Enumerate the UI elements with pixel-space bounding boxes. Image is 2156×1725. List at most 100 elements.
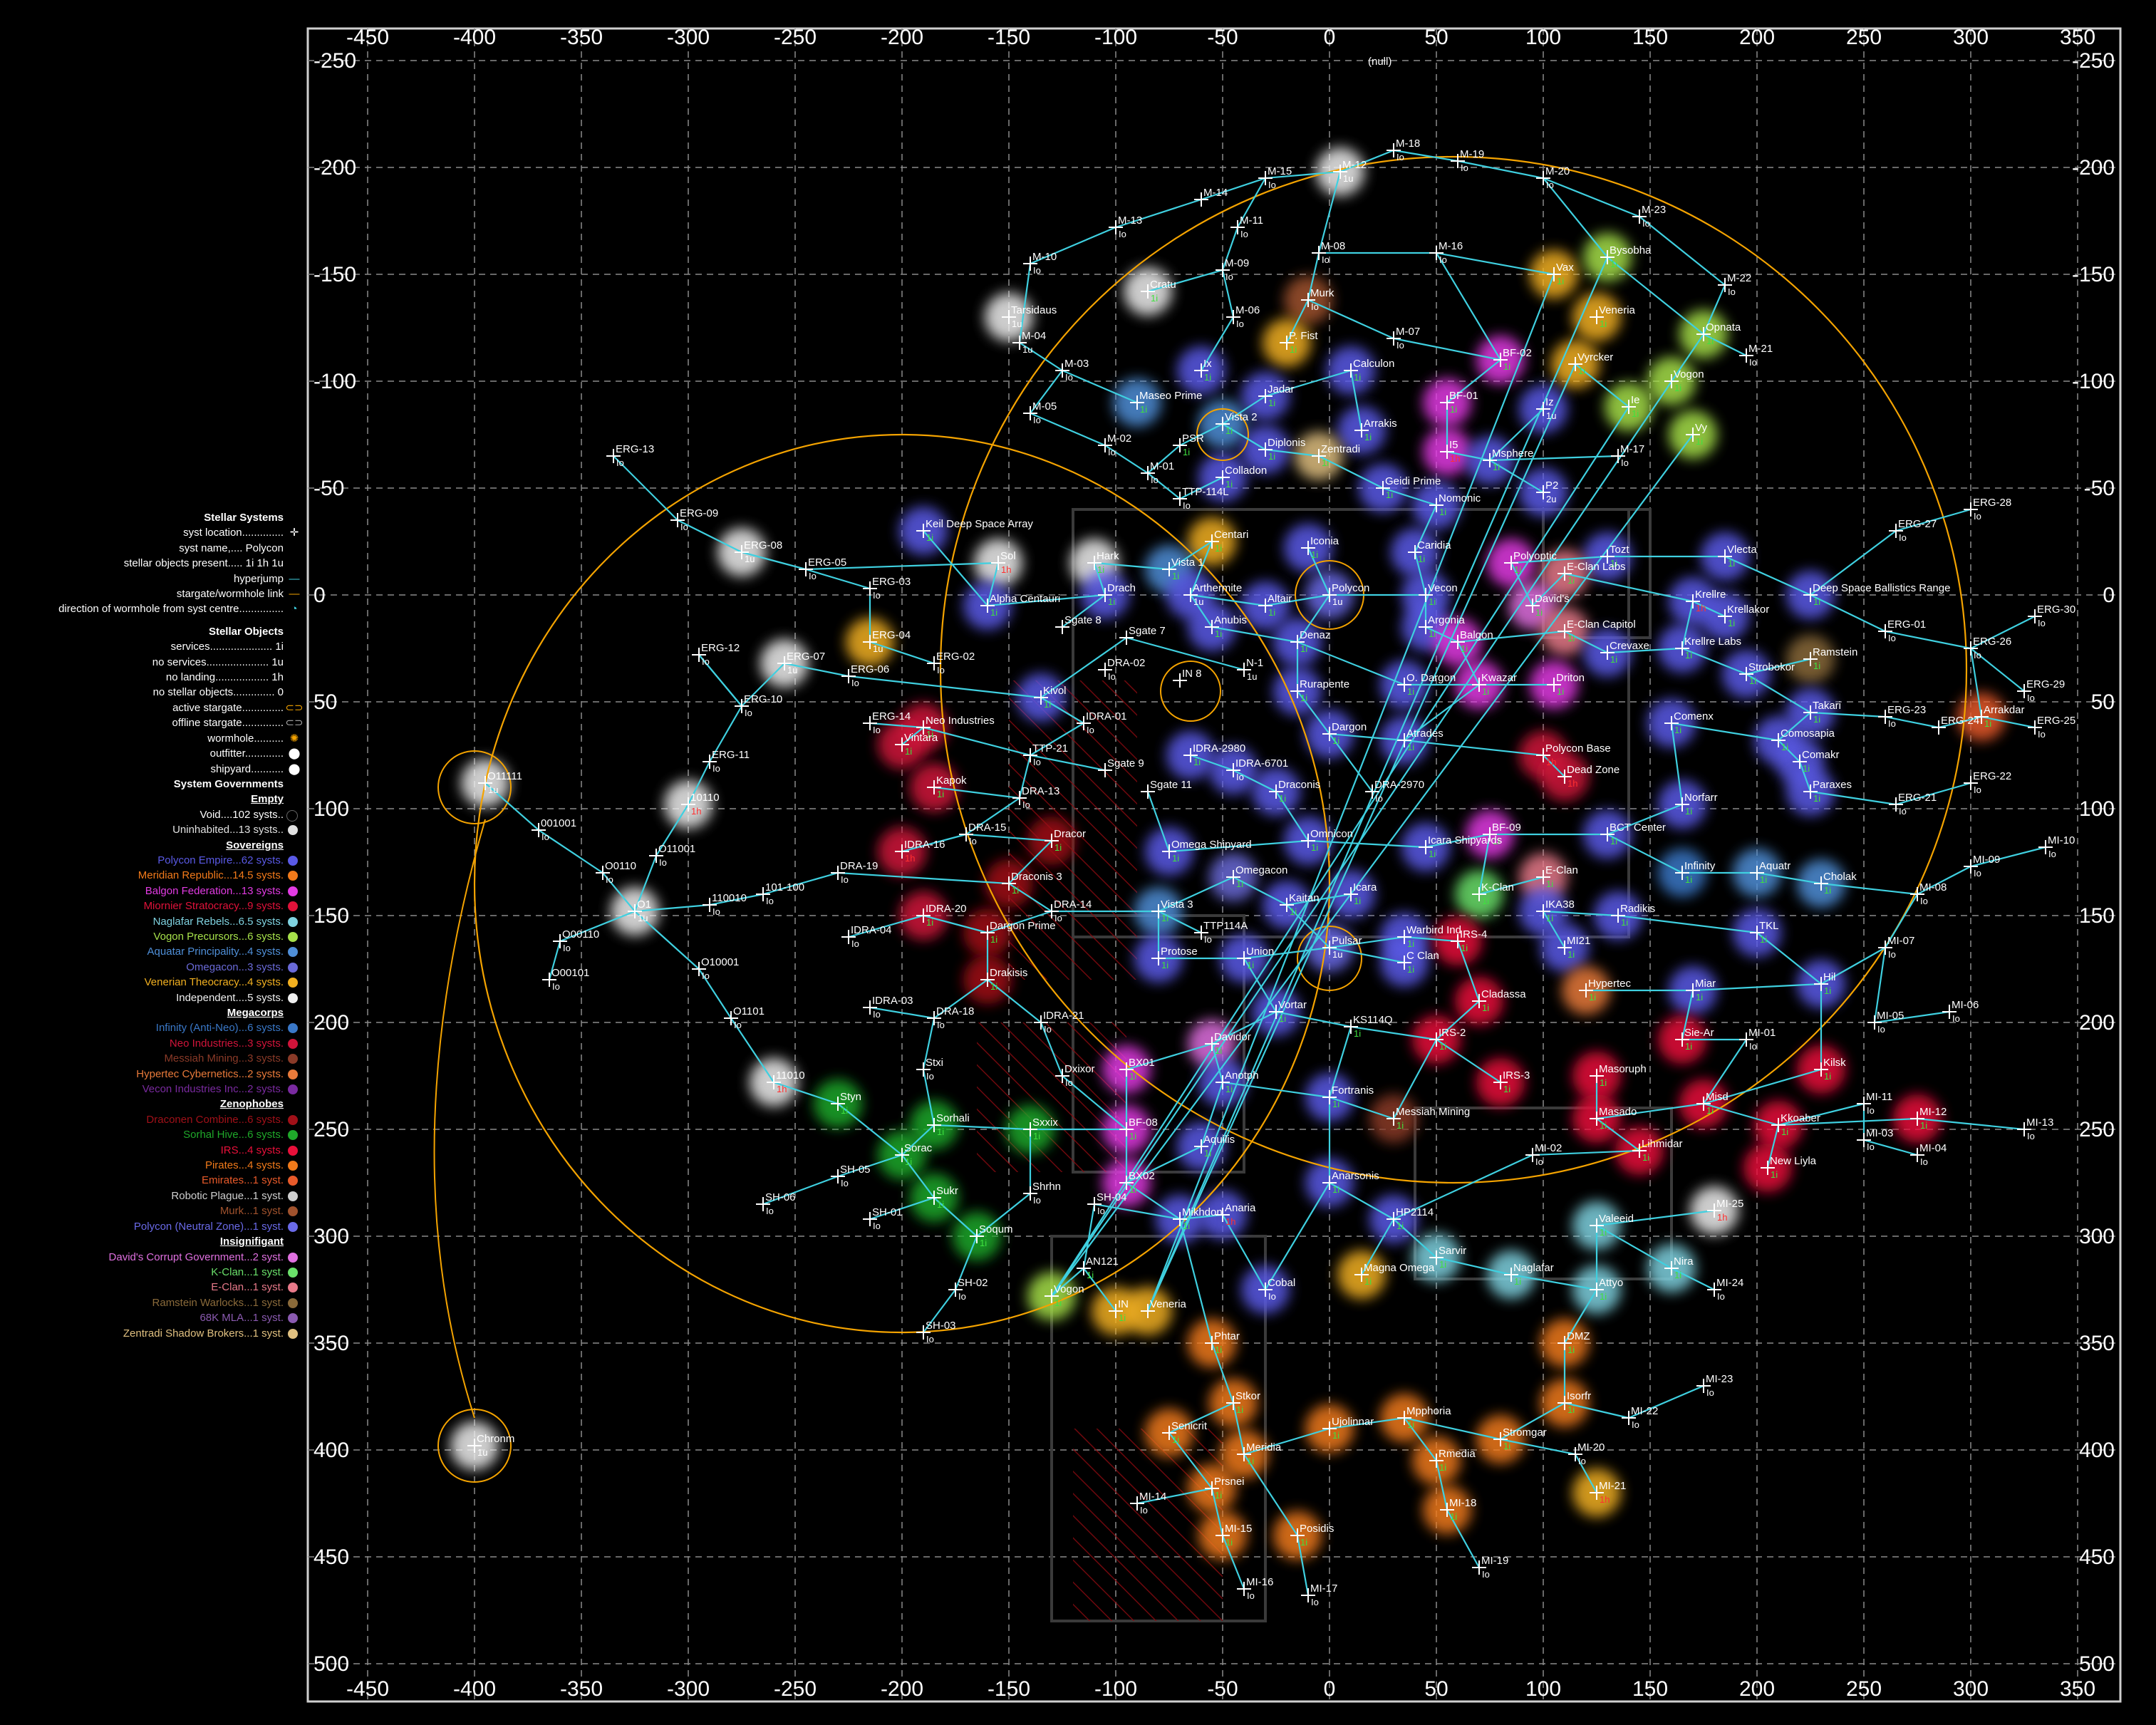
system-stellar-objects: Io (1728, 286, 1736, 297)
system-stellar-objects: 1u (1343, 173, 1353, 184)
star-map[interactable]: M-18IoM-19IoM-20IoM-23IoM-121uM-15IoM-14… (0, 0, 2156, 1725)
y-tick-label-left: -150 (313, 263, 356, 286)
y-tick-label-left: 200 (313, 1011, 349, 1035)
crosshair-icon: ✛ (285, 525, 304, 539)
legend-color-swatch (288, 1115, 298, 1125)
system-name: M-04 (1022, 330, 1046, 342)
system-name: BX02 (1129, 1170, 1155, 1182)
legend-stargate-link: stargate/wormhole link— (4, 586, 304, 601)
system-name: Cholak (1823, 871, 1857, 883)
system-stellar-objects: 1i (1567, 633, 1575, 643)
system-name: Sol (1000, 550, 1016, 562)
system-name: BF-08 (1129, 1117, 1158, 1129)
system-name: Argonia (1428, 614, 1465, 626)
system-stellar-objects: 1i (1461, 943, 1468, 953)
legend-government-item: Polycon (Neutral Zone)...1 syst. (4, 1219, 304, 1234)
system-name: Draconis (1278, 779, 1320, 791)
system-name: ERG-21 (1898, 792, 1937, 804)
system-stellar-objects: 1i (1429, 628, 1436, 639)
system-name: SH-04 (1097, 1191, 1127, 1203)
system-stellar-objects: Io (2038, 618, 2046, 628)
legend-group-title: Empty (4, 792, 304, 807)
system-stellar-objects: Io (1311, 1597, 1319, 1607)
system-stellar-objects: 1i (1290, 906, 1297, 917)
legend-group-title: Megacorps (4, 1005, 304, 1020)
system-name: P. Fist (1289, 330, 1318, 342)
system-name: Sgate 11 (1150, 779, 1192, 791)
system-stellar-objects: 1i (1300, 643, 1307, 654)
legend-government-label: Polycon (Neutral Zone)...1 syst. (134, 1221, 284, 1233)
system-stellar-objects: 1h (905, 853, 915, 864)
system-stellar-objects: 1i (1450, 1511, 1457, 1522)
y-tick-label-right: 200 (2079, 1011, 2115, 1035)
system-stellar-objects: Io (1621, 457, 1629, 468)
system-name: Arrakdar (1984, 704, 2025, 716)
system-name: Chronm (477, 1433, 514, 1445)
system-name: Soqum (979, 1223, 1013, 1236)
legend-government-item: Hypertec Cybernetics...2 systs. (4, 1067, 304, 1082)
system-stellar-objects: 1i (1567, 949, 1575, 960)
legend-government-label: 68K MLA...1 syst. (199, 1312, 284, 1324)
system-stellar-objects: Io (702, 656, 710, 667)
system-stellar-objects: Io (1204, 934, 1212, 945)
system-name: Stxi (926, 1057, 943, 1069)
legend-stellar-present: stellar objects present..... 1i 1h 1u (4, 556, 304, 571)
system-stellar-objects: Io (1396, 340, 1404, 351)
legend-stellar-systems-title: Stellar Systems (4, 510, 304, 525)
hyperjump-line-icon: — (285, 571, 304, 586)
system-name: Styn (840, 1091, 861, 1103)
system-stellar-objects: Io (1899, 806, 1907, 817)
system-stellar-objects: 1i (1407, 938, 1414, 949)
system-stellar-objects: 1i (1514, 564, 1521, 575)
system-stellar-objects: Io (1108, 447, 1116, 457)
system-stellar-objects: 1i (1557, 686, 1564, 697)
system-stellar-objects: Io (1375, 793, 1383, 804)
system-name: Arrakis (1364, 418, 1397, 430)
system-stellar-objects: 1i (1514, 1276, 1521, 1287)
system-name: AN121 (1086, 1255, 1119, 1268)
legend-color-swatch (288, 978, 298, 988)
active-stargate-icon: ⊂⊃ (285, 700, 304, 715)
system-stellar-objects: Io (1183, 500, 1191, 511)
system-stellar-objects: 1i (1225, 1537, 1233, 1548)
system-stellar-objects: Io (1749, 1041, 1757, 1052)
system-name: Takari (1813, 700, 1841, 712)
system-name: O11111 (487, 770, 522, 782)
x-tick-label-bottom: 200 (1739, 1677, 1775, 1701)
system-name: Rmedia (1439, 1448, 1476, 1460)
system-stellar-objects: 1i (1204, 372, 1211, 383)
legend-government-item: Vecon Industries Inc...2 systs. (4, 1082, 304, 1097)
system-name: Dargon (1332, 721, 1367, 733)
system-stellar-objects: 1i (1589, 992, 1596, 1003)
system-name: Magna Omega (1364, 1262, 1435, 1274)
system-stellar-objects: 1i (1813, 661, 1820, 671)
system-stellar-objects: 1i (1813, 793, 1820, 804)
y-tick-label-left: 250 (313, 1118, 349, 1141)
system-stellar-objects: Io (1236, 318, 1244, 329)
y-tick-label-right: 0 (2103, 584, 2115, 607)
system-stellar-objects: 1i (841, 1105, 848, 1116)
system-stellar-objects: 1i (1578, 366, 1585, 376)
system-stellar-objects: 1i (1749, 675, 1756, 686)
system-stellar-objects: Io (1268, 1291, 1276, 1302)
y-tick-label-left: 150 (313, 904, 349, 928)
system-stellar-objects: 1i (1033, 1131, 1040, 1141)
x-tick-label-bottom: -200 (881, 1677, 923, 1701)
legend-government-label: Polycon Empire...62 systs. (157, 854, 284, 866)
system-stellar-objects: 1i (1674, 1270, 1681, 1280)
system-name: 101-100 (765, 881, 804, 893)
legend-government-label: Murk...1 syst. (220, 1205, 284, 1217)
y-tick-label-right: 400 (2079, 1439, 2115, 1462)
system-stellar-objects: Io (2048, 849, 2056, 859)
system-stellar-objects: 1i (1215, 1345, 1222, 1355)
system-name: Ix (1203, 358, 1212, 370)
system-stellar-objects: Io (1396, 152, 1404, 162)
system-stellar-objects: Io (1322, 254, 1330, 265)
system-name: Hark (1097, 550, 1119, 562)
system-stellar-objects: Io (616, 457, 624, 468)
system-stellar-objects: Io (926, 1334, 934, 1345)
system-name: Opnata (1706, 321, 1741, 333)
system-name: ERG-29 (2026, 678, 2065, 690)
legend-government-item: Miornier Stratocracy...9 systs. (4, 898, 304, 913)
system-stellar-objects: 1i (1054, 1297, 1062, 1308)
